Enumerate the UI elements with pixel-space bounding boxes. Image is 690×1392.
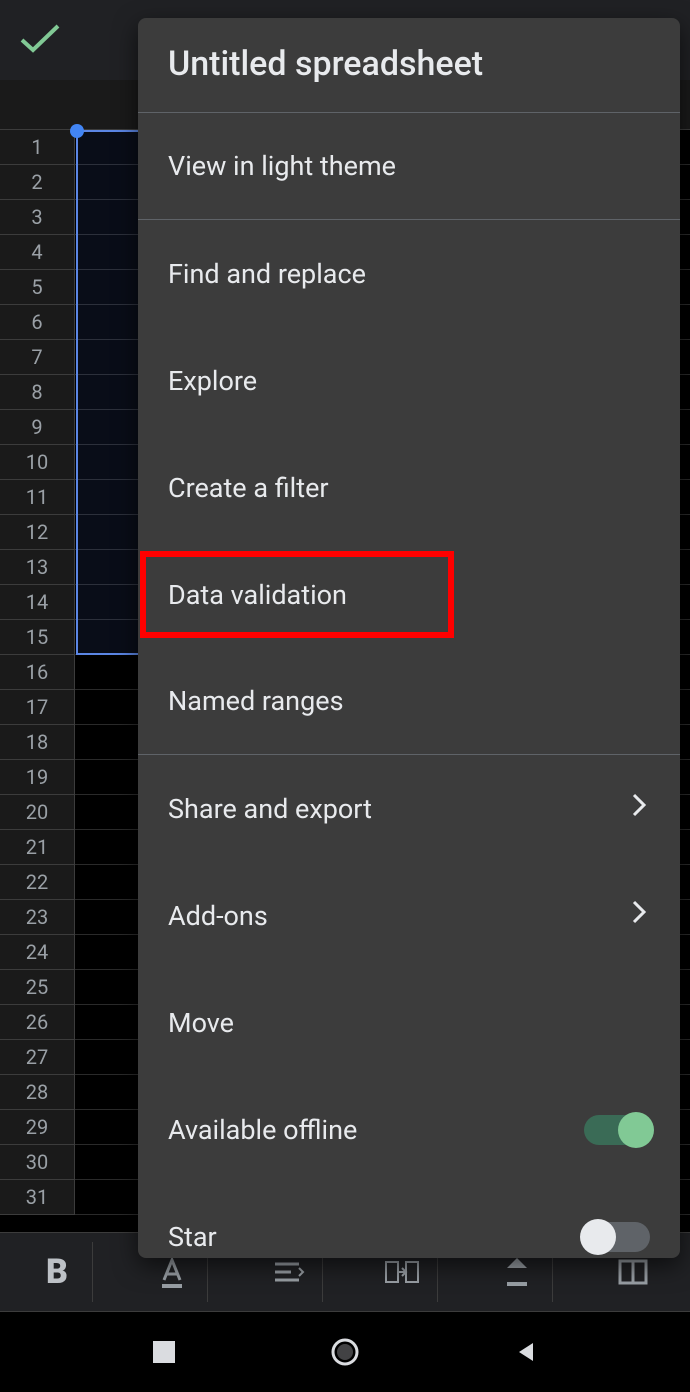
- menu-item-star[interactable]: Star: [138, 1183, 680, 1258]
- row-header[interactable]: 11: [0, 480, 75, 515]
- row-header[interactable]: 24: [0, 935, 75, 970]
- row-header[interactable]: 3: [0, 200, 75, 235]
- confirm-check-icon[interactable]: [18, 20, 62, 60]
- chevron-right-icon: [630, 898, 650, 933]
- row-header[interactable]: 18: [0, 725, 75, 760]
- row-header[interactable]: 15: [0, 620, 75, 655]
- menu-item-create-a-filter[interactable]: Create a filter: [138, 434, 680, 541]
- row-header[interactable]: 12: [0, 515, 75, 550]
- menu-item-move[interactable]: Move: [138, 969, 680, 1076]
- menu-item-label: Move: [168, 1007, 650, 1039]
- back-icon[interactable]: [513, 1339, 539, 1365]
- toggle-switch[interactable]: [584, 1222, 650, 1252]
- row-header[interactable]: 10: [0, 445, 75, 480]
- menu-item-add-ons[interactable]: Add-ons: [138, 862, 680, 969]
- row-header[interactable]: 6: [0, 305, 75, 340]
- android-nav-bar: [0, 1312, 690, 1392]
- menu-item-label: Add-ons: [168, 900, 630, 932]
- menu-item-view-in-light-theme[interactable]: View in light theme: [138, 113, 680, 220]
- row-header[interactable]: 5: [0, 270, 75, 305]
- row-header[interactable]: 17: [0, 690, 75, 725]
- menu-item-explore[interactable]: Explore: [138, 327, 680, 434]
- menu-item-label: View in light theme: [168, 150, 650, 182]
- menu-item-label: Explore: [168, 365, 650, 397]
- toggle-knob: [580, 1219, 616, 1255]
- bold-button[interactable]: B: [23, 1242, 93, 1302]
- row-header[interactable]: 16: [0, 655, 75, 690]
- toggle-knob: [618, 1112, 654, 1148]
- row-header[interactable]: 2: [0, 165, 75, 200]
- row-header[interactable]: 25: [0, 970, 75, 1005]
- row-header[interactable]: 22: [0, 865, 75, 900]
- chevron-right-icon: [630, 791, 650, 826]
- overflow-menu: Untitled spreadsheet View in light theme…: [138, 18, 680, 1258]
- row-header[interactable]: 23: [0, 900, 75, 935]
- menu-item-available-offline[interactable]: Available offline: [138, 1076, 680, 1183]
- menu-item-label: Share and export: [168, 793, 630, 825]
- row-header[interactable]: 13: [0, 550, 75, 585]
- toggle-switch[interactable]: [584, 1115, 650, 1145]
- menu-item-data-validation[interactable]: Data validation: [138, 541, 680, 648]
- menu-item-label: Create a filter: [168, 472, 650, 504]
- menu-item-label: Data validation: [168, 579, 650, 611]
- row-header[interactable]: 20: [0, 795, 75, 830]
- menu-item-label: Find and replace: [168, 258, 650, 290]
- row-header[interactable]: 21: [0, 830, 75, 865]
- row-header[interactable]: 26: [0, 1005, 75, 1040]
- row-header[interactable]: 28: [0, 1075, 75, 1110]
- row-header[interactable]: 19: [0, 760, 75, 795]
- row-header[interactable]: 7: [0, 340, 75, 375]
- recent-apps-icon[interactable]: [151, 1339, 177, 1365]
- row-header[interactable]: 14: [0, 585, 75, 620]
- row-header[interactable]: 31: [0, 1180, 75, 1215]
- row-header[interactable]: 8: [0, 375, 75, 410]
- row-header[interactable]: 9: [0, 410, 75, 445]
- menu-item-label: Named ranges: [168, 685, 650, 717]
- row-header[interactable]: 30: [0, 1145, 75, 1180]
- menu-item-share-and-export[interactable]: Share and export: [138, 755, 680, 862]
- home-icon[interactable]: [328, 1335, 362, 1369]
- row-header[interactable]: 4: [0, 235, 75, 270]
- menu-title: Untitled spreadsheet: [138, 18, 680, 113]
- menu-item-label: Star: [168, 1221, 584, 1253]
- row-header[interactable]: 27: [0, 1040, 75, 1075]
- menu-item-find-and-replace[interactable]: Find and replace: [138, 220, 680, 327]
- row-header[interactable]: 1: [0, 130, 75, 165]
- menu-item-label: Available offline: [168, 1114, 584, 1146]
- menu-item-named-ranges[interactable]: Named ranges: [138, 648, 680, 755]
- row-header[interactable]: 29: [0, 1110, 75, 1145]
